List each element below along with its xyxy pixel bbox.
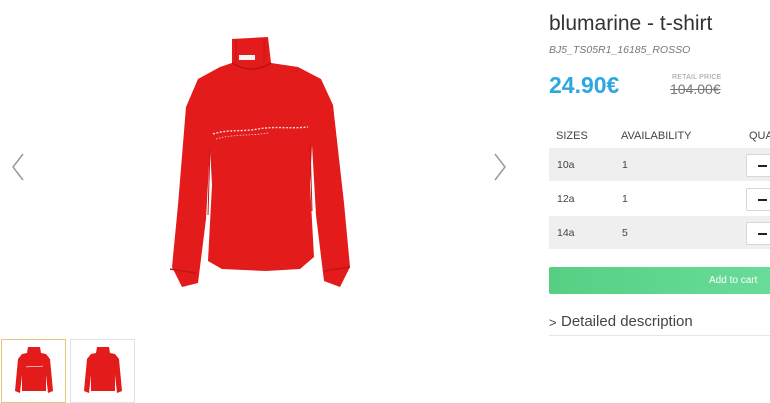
retail-price-value: 104.00€	[670, 81, 721, 97]
minus-icon	[758, 199, 767, 201]
chevron-right-icon	[494, 153, 506, 181]
decrease-quantity-button[interactable]	[746, 188, 770, 211]
retail-price-label: RETAIL PRICE	[672, 74, 722, 81]
table-row: 14a 5	[549, 216, 770, 249]
thumbnail-2[interactable]	[70, 339, 135, 403]
gallery-prev-button[interactable]	[8, 150, 28, 184]
row-size: 14a	[557, 227, 575, 239]
shirt-front-thumbnail-icon	[14, 347, 53, 393]
header-sizes: SIZES	[556, 130, 588, 142]
row-availability: 1	[622, 159, 628, 171]
product-main-image	[150, 35, 380, 297]
row-availability: 1	[622, 193, 628, 205]
shirt-back-thumbnail-icon	[83, 347, 122, 393]
row-size: 10a	[557, 159, 575, 171]
row-availability: 5	[622, 227, 628, 239]
thumbnail-1[interactable]	[1, 339, 66, 403]
minus-icon	[758, 233, 767, 235]
table-row: 10a 1	[549, 148, 770, 181]
product-gallery	[0, 0, 530, 403]
chevron-left-icon	[12, 153, 24, 181]
table-row: 12a 1	[549, 182, 770, 215]
product-sku: BJ5_TS05R1_16185_ROSSO	[549, 44, 691, 56]
header-availability: AVAILABILITY	[621, 130, 692, 142]
thumbnail-strip	[1, 339, 135, 403]
add-to-cart-button[interactable]: Add to cart	[549, 267, 770, 294]
product-info-panel: blumarine - t-shirt BJ5_TS05R1_16185_ROS…	[549, 0, 770, 402]
gallery-next-button[interactable]	[490, 150, 510, 184]
decrease-quantity-button[interactable]	[746, 222, 770, 245]
detailed-description-toggle[interactable]: > Detailed description	[549, 311, 770, 336]
header-quantity: QUA	[749, 130, 770, 142]
add-to-cart-label: Add to cart	[709, 275, 758, 286]
row-size: 12a	[557, 193, 575, 205]
minus-icon	[758, 165, 767, 167]
decrease-quantity-button[interactable]	[746, 154, 770, 177]
product-title: blumarine - t-shirt	[549, 12, 713, 35]
red-turtleneck-shirt-image	[169, 37, 351, 287]
chevron-right-icon: >	[549, 315, 557, 330]
detailed-description-label: Detailed description	[561, 313, 693, 330]
product-price: 24.90€	[549, 72, 620, 98]
